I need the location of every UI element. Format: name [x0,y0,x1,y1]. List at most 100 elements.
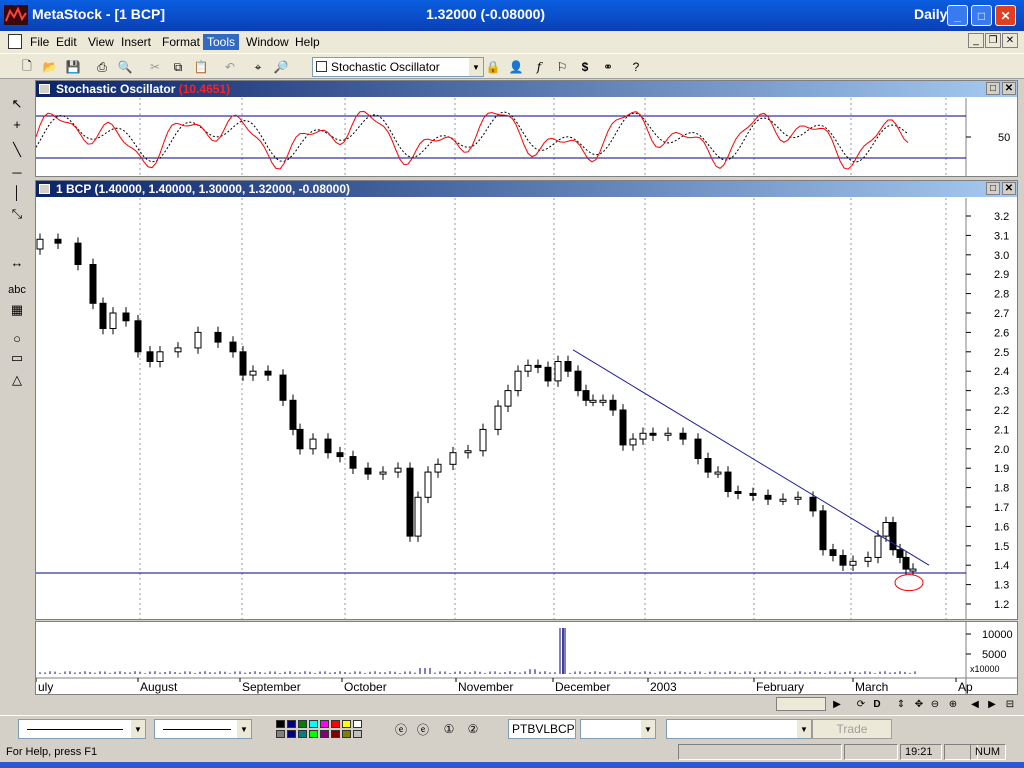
zoom-in-icon[interactable]: ⊕ [946,696,960,712]
scroll-end-icon[interactable]: ▶ [985,696,999,712]
vertical-line-icon[interactable]: │ [6,182,28,202]
explorer-binoculars-icon[interactable]: ⚭ [599,58,617,76]
fibonacci-icon[interactable]: ⤡ [6,204,28,224]
undo-icon[interactable]: ↶ [221,58,239,76]
chevron-down-icon[interactable]: ▼ [237,720,251,738]
chevron-down-icon[interactable]: ▼ [641,720,655,738]
color-swatch[interactable] [331,720,340,728]
menu-tools[interactable]: Tools [203,34,240,50]
panel-maximize-icon[interactable]: □ [986,182,1000,195]
save-icon[interactable]: 💾 [64,58,82,76]
menu-edit[interactable]: Edit [52,34,81,50]
internet-explorer-icon[interactable]: ⓔ [392,720,410,738]
open-icon[interactable]: 📂 [41,58,59,76]
line-weight-select[interactable]: ▼ [154,719,252,739]
menu-insert[interactable]: Insert [117,34,155,50]
trade-button[interactable]: Trade [812,719,892,739]
pointer-icon[interactable]: ↖ [6,94,28,114]
price-chart[interactable]: 3.2 3.1 3.0 2.9 2.8 2.7 2.6 2.5 2.4 2.3 2.2 2.1 2.0 1… [36,198,1017,619]
color-swatch[interactable] [320,720,329,728]
color-swatch[interactable] [353,730,362,738]
price-panel[interactable]: 1 BCP (1.40000, 1.40000, 1.30000, 1.3200… [35,180,1018,620]
panel-close-icon[interactable]: ✕ [1002,182,1016,195]
scroll-left-icon[interactable]: ◀ [968,696,982,712]
rectangle-tool-icon[interactable]: ▭ [6,348,28,368]
mdi-minimize-button[interactable]: _ [968,33,984,48]
maximize-button[interactable]: □ [971,5,992,26]
chevron-down-icon[interactable]: ▼ [131,720,145,738]
panel-maximize-icon[interactable]: □ [986,82,1000,95]
color-swatch[interactable] [353,720,362,728]
line-style-select[interactable]: ▼ [18,719,146,739]
security-select[interactable]: ▼ [666,719,812,739]
scroll-right-icon[interactable]: ▶ [830,696,844,712]
menu-file[interactable]: File [26,34,53,50]
layout-2-icon[interactable]: ② [464,720,482,738]
context-help-icon[interactable]: ? [627,58,645,76]
volume-panel[interactable]: 10000 5000 x10000 uly August September October… [35,621,1018,695]
cut-icon[interactable]: ✂ [146,58,164,76]
color-swatch[interactable] [320,730,329,738]
grid-tool-icon[interactable]: ▦ [6,300,28,320]
layout-1-icon[interactable]: ① [440,720,458,738]
indicator-builder-icon[interactable]: 🔒 [484,58,502,76]
menu-help[interactable]: Help [291,34,324,50]
panel-close-icon[interactable]: ✕ [1002,82,1016,95]
price-candle-body [874,535,882,558]
vertical-scale-icon[interactable]: ⇕ [894,696,908,712]
mdi-close-button[interactable]: ✕ [1002,33,1018,48]
color-swatch[interactable] [309,720,318,728]
crosshair-tool-icon[interactable]: + [6,114,28,134]
cycle-lines-icon[interactable]: ↔ [6,252,28,272]
refresh-icon[interactable]: ⟳ [854,696,868,712]
color-swatch[interactable] [342,730,351,738]
horizontal-line-icon[interactable]: ─ [6,162,28,182]
copy-icon[interactable]: ⧉ [169,58,187,76]
indicator-select[interactable]: Stochastic Oscillator ▼ [312,57,484,77]
ellipse-tool-icon[interactable]: ○ [6,328,28,348]
crosshair-icon[interactable]: ⌖ [249,58,267,76]
menu-view[interactable]: View [84,34,118,50]
chevron-down-icon[interactable]: ▼ [469,58,483,76]
color-swatch[interactable] [276,730,285,738]
print-preview-icon[interactable]: 🔍 [116,58,134,76]
zoom-icon[interactable]: 🔎 [272,58,290,76]
menu-format[interactable]: Format [158,34,204,50]
internet-explorer-2-icon[interactable]: ⓔ [414,720,432,738]
volume-chart[interactable]: 10000 5000 x10000 uly August September October… [36,622,1017,694]
symbol-select[interactable]: ▼ [580,719,656,739]
color-swatch[interactable] [309,730,318,738]
help-hint: For Help, press F1 [6,746,98,758]
text-tool-icon[interactable]: abc [6,280,28,300]
page-icon[interactable]: ⊟ [1003,696,1017,712]
expert-advisor-icon[interactable]: 👤 [507,58,525,76]
minimize-button[interactable]: _ [947,5,968,26]
chevron-down-icon[interactable]: ▼ [797,720,811,738]
move-icon[interactable]: ✥ [912,696,926,712]
color-swatch[interactable] [342,720,351,728]
menu-window[interactable]: Window [242,34,293,50]
color-swatch[interactable] [298,720,307,728]
color-swatch[interactable] [276,720,285,728]
periodicity-button[interactable]: D [870,696,884,712]
trendline-tool-icon[interactable]: ╲ [6,140,28,160]
document-icon[interactable] [8,34,22,49]
paste-icon[interactable]: 📋 [192,58,210,76]
triangle-tool-icon[interactable]: △ [6,370,28,390]
stochastic-chart[interactable]: 50 [36,98,1017,176]
zoom-out-icon[interactable]: ⊖ [928,696,942,712]
close-button[interactable]: ✕ [995,5,1016,26]
stochastic-panel[interactable]: Stochastic Oscillator (10.4651) □ ✕ 50 [35,80,1018,177]
horizontal-scrollbar[interactable] [776,697,826,711]
new-icon[interactable]: 🗋 [18,58,36,76]
color-swatch[interactable] [331,730,340,738]
color-swatch[interactable] [287,720,296,728]
color-swatch[interactable] [298,730,307,738]
security-field[interactable]: PTBVLBCP [508,719,576,739]
system-tester-icon[interactable]: ⚐ [553,58,571,76]
mdi-restore-button[interactable]: ❐ [985,33,1001,48]
print-icon[interactable]: ⎙ [93,58,111,76]
function-icon[interactable]: f [530,58,548,76]
dollar-icon[interactable]: $ [576,58,594,76]
color-swatch[interactable] [287,730,296,738]
